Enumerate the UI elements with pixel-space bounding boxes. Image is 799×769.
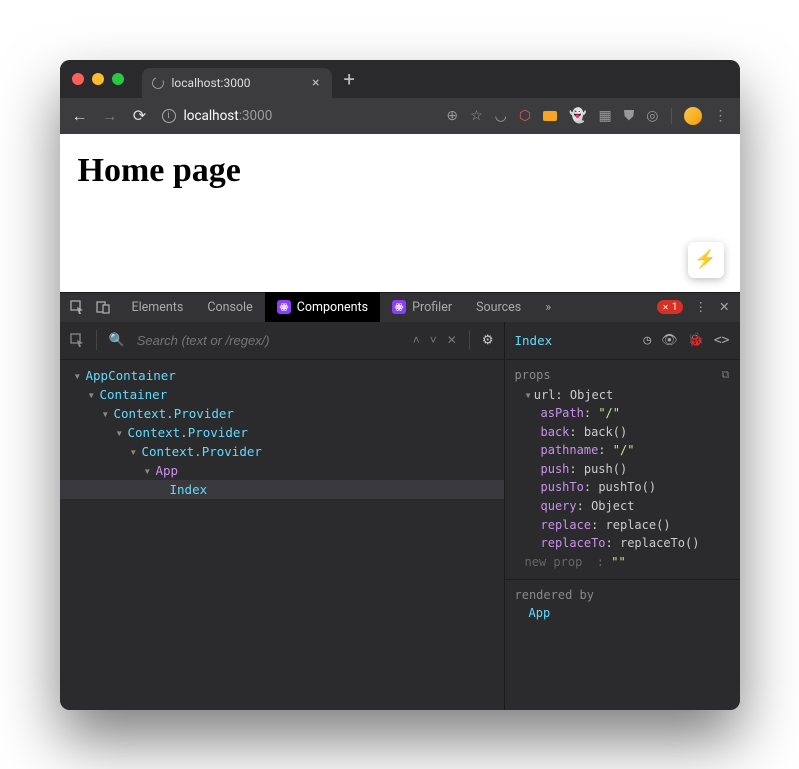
menu-icon[interactable]: ⋮	[714, 108, 728, 124]
react-icon	[277, 300, 291, 314]
tab-profiler[interactable]: Profiler	[380, 292, 464, 322]
search-clear-icon[interactable]: ✕	[447, 333, 457, 347]
react-icon	[392, 300, 406, 314]
reload-button[interactable]: ⟳	[132, 106, 148, 125]
extension-icon[interactable]	[543, 111, 557, 121]
url-bar: ← → ⟳ i localhost:3000 ⊕ ☆ ◡ ⬡ 👻 ▦ ⛊ ◎ ⋮	[60, 98, 740, 134]
tab-elements[interactable]: Elements	[120, 292, 196, 322]
pocket-icon[interactable]: ◡	[495, 108, 507, 124]
url-port: :3000	[239, 108, 273, 124]
toolbar-right: ⊕ ☆ ◡ ⬡ 👻 ▦ ⛊ ◎ ⋮	[446, 107, 727, 125]
rendered-by-label: rendered by	[515, 588, 730, 602]
tree-node[interactable]: ▾Context.Provider	[60, 442, 504, 461]
prop-row[interactable]: pathname: /	[515, 441, 730, 460]
prop-row[interactable]: asPath: /	[515, 404, 730, 423]
tab-favicon	[150, 75, 165, 90]
rendered-by-panel: rendered by App	[505, 580, 740, 628]
inspect-element-icon[interactable]	[70, 300, 84, 314]
inspect-dom-icon[interactable]: 👁	[661, 333, 678, 348]
close-tab-button[interactable]: ×	[312, 75, 319, 91]
tree-node[interactable]: ▾Context.Provider	[60, 404, 504, 423]
suspense-icon[interactable]: ◷	[643, 333, 651, 348]
forward-button[interactable]: →	[102, 106, 118, 126]
maximize-window-button[interactable]	[112, 73, 124, 85]
tab-sources[interactable]: Sources	[464, 292, 533, 322]
select-element-icon[interactable]	[70, 333, 84, 347]
prop-row[interactable]: ▾url: Object	[515, 386, 730, 405]
components-tree-pane: 🔍 ˄ ˅ ✕ ⚙ ▾AppContainer ▾Container ▾Cont…	[60, 322, 505, 710]
tree-node[interactable]: ▾App	[60, 461, 504, 480]
settings-icon[interactable]: ⚙	[482, 333, 494, 348]
devtools-menu-icon[interactable]: ⋮	[695, 299, 708, 315]
view-source-icon[interactable]: <>	[714, 333, 730, 348]
separator	[96, 330, 97, 350]
prop-row[interactable]: pushTo: pushTo()	[515, 478, 730, 497]
debug-icon[interactable]: 🐞	[688, 333, 704, 348]
titlebar: localhost:3000 × +	[60, 60, 740, 98]
ghost-icon[interactable]: 👻	[569, 108, 586, 124]
copy-props-icon[interactable]: ⧉	[722, 368, 730, 382]
window-controls	[72, 73, 124, 85]
devtools-body: 🔍 ˄ ˅ ✕ ⚙ ▾AppContainer ▾Container ▾Cont…	[60, 322, 740, 710]
devtools-tabstrip: Elements Console Components Profiler Sou…	[60, 292, 740, 322]
tree-node[interactable]: ▾AppContainer	[60, 366, 504, 385]
tab-console[interactable]: Console	[195, 292, 264, 322]
zoom-icon[interactable]: ⊕	[446, 108, 458, 124]
new-prop-row[interactable]: new prop :	[515, 553, 730, 572]
browser-tab[interactable]: localhost:3000 ×	[142, 68, 332, 98]
prop-row[interactable]: replaceTo: replaceTo()	[515, 534, 730, 553]
minimize-window-button[interactable]	[92, 73, 104, 85]
props-panel: props ⧉ ▾url: Object asPath: / back: bac…	[505, 360, 740, 581]
search-prev-icon[interactable]: ˄	[413, 333, 420, 347]
selected-component-name: Index	[515, 333, 553, 348]
tab-title: localhost:3000	[172, 76, 251, 90]
site-info-icon[interactable]: i	[162, 109, 176, 123]
page-content: Home page ⚡	[60, 134, 740, 292]
prop-row[interactable]: push: push()	[515, 460, 730, 479]
new-tab-button[interactable]: +	[332, 67, 367, 91]
page-heading: Home page	[78, 152, 722, 190]
details-header: Index ◷ 👁 🐞 <>	[505, 322, 740, 360]
profile-avatar[interactable]	[684, 107, 702, 125]
error-count-badge[interactable]: 1	[657, 300, 682, 314]
props-label: props	[515, 368, 551, 382]
rendered-by-link[interactable]: App	[515, 606, 730, 620]
devtools-close-icon[interactable]: ✕	[719, 299, 729, 315]
separator	[671, 108, 672, 124]
search-next-icon[interactable]: ˅	[430, 333, 437, 347]
tabs-overflow[interactable]: »	[533, 292, 563, 322]
tree-node-selected[interactable]: Index	[60, 480, 504, 499]
component-details-pane: Index ◷ 👁 🐞 <> props ⧉ ▾url: Object asPa…	[505, 322, 740, 710]
tab-components[interactable]: Components	[265, 292, 380, 322]
tree-search-input[interactable]	[137, 333, 401, 348]
dev-indicator-button[interactable]: ⚡	[688, 242, 724, 278]
prop-row[interactable]: replace: replace()	[515, 516, 730, 535]
url-host: localhost	[184, 108, 239, 124]
component-tree[interactable]: ▾AppContainer ▾Container ▾Context.Provid…	[60, 360, 504, 710]
tree-toolbar: 🔍 ˄ ˅ ✕ ⚙	[60, 322, 504, 360]
extension-icon-3[interactable]: ◎	[646, 108, 658, 124]
prop-row[interactable]: back: back()	[515, 423, 730, 442]
lightning-icon: ⚡	[694, 249, 716, 270]
prop-row[interactable]: query: Object	[515, 497, 730, 516]
shield-icon[interactable]: ⬡	[519, 108, 531, 124]
device-toolbar-icon[interactable]	[96, 300, 110, 314]
address-field[interactable]: i localhost:3000	[162, 108, 433, 124]
bookmark-icon[interactable]: ☆	[470, 108, 483, 124]
back-button[interactable]: ←	[72, 106, 88, 126]
close-window-button[interactable]	[72, 73, 84, 85]
search-icon: 🔍	[109, 333, 125, 348]
tree-node[interactable]: ▾Container	[60, 385, 504, 404]
extension-icon-2[interactable]: ▦	[599, 108, 612, 124]
tree-node[interactable]: ▾Context.Provider	[60, 423, 504, 442]
ublock-icon[interactable]: ⛊	[624, 108, 635, 124]
browser-window: localhost:3000 × + ← → ⟳ i localhost:300…	[60, 60, 740, 710]
separator	[469, 330, 470, 350]
